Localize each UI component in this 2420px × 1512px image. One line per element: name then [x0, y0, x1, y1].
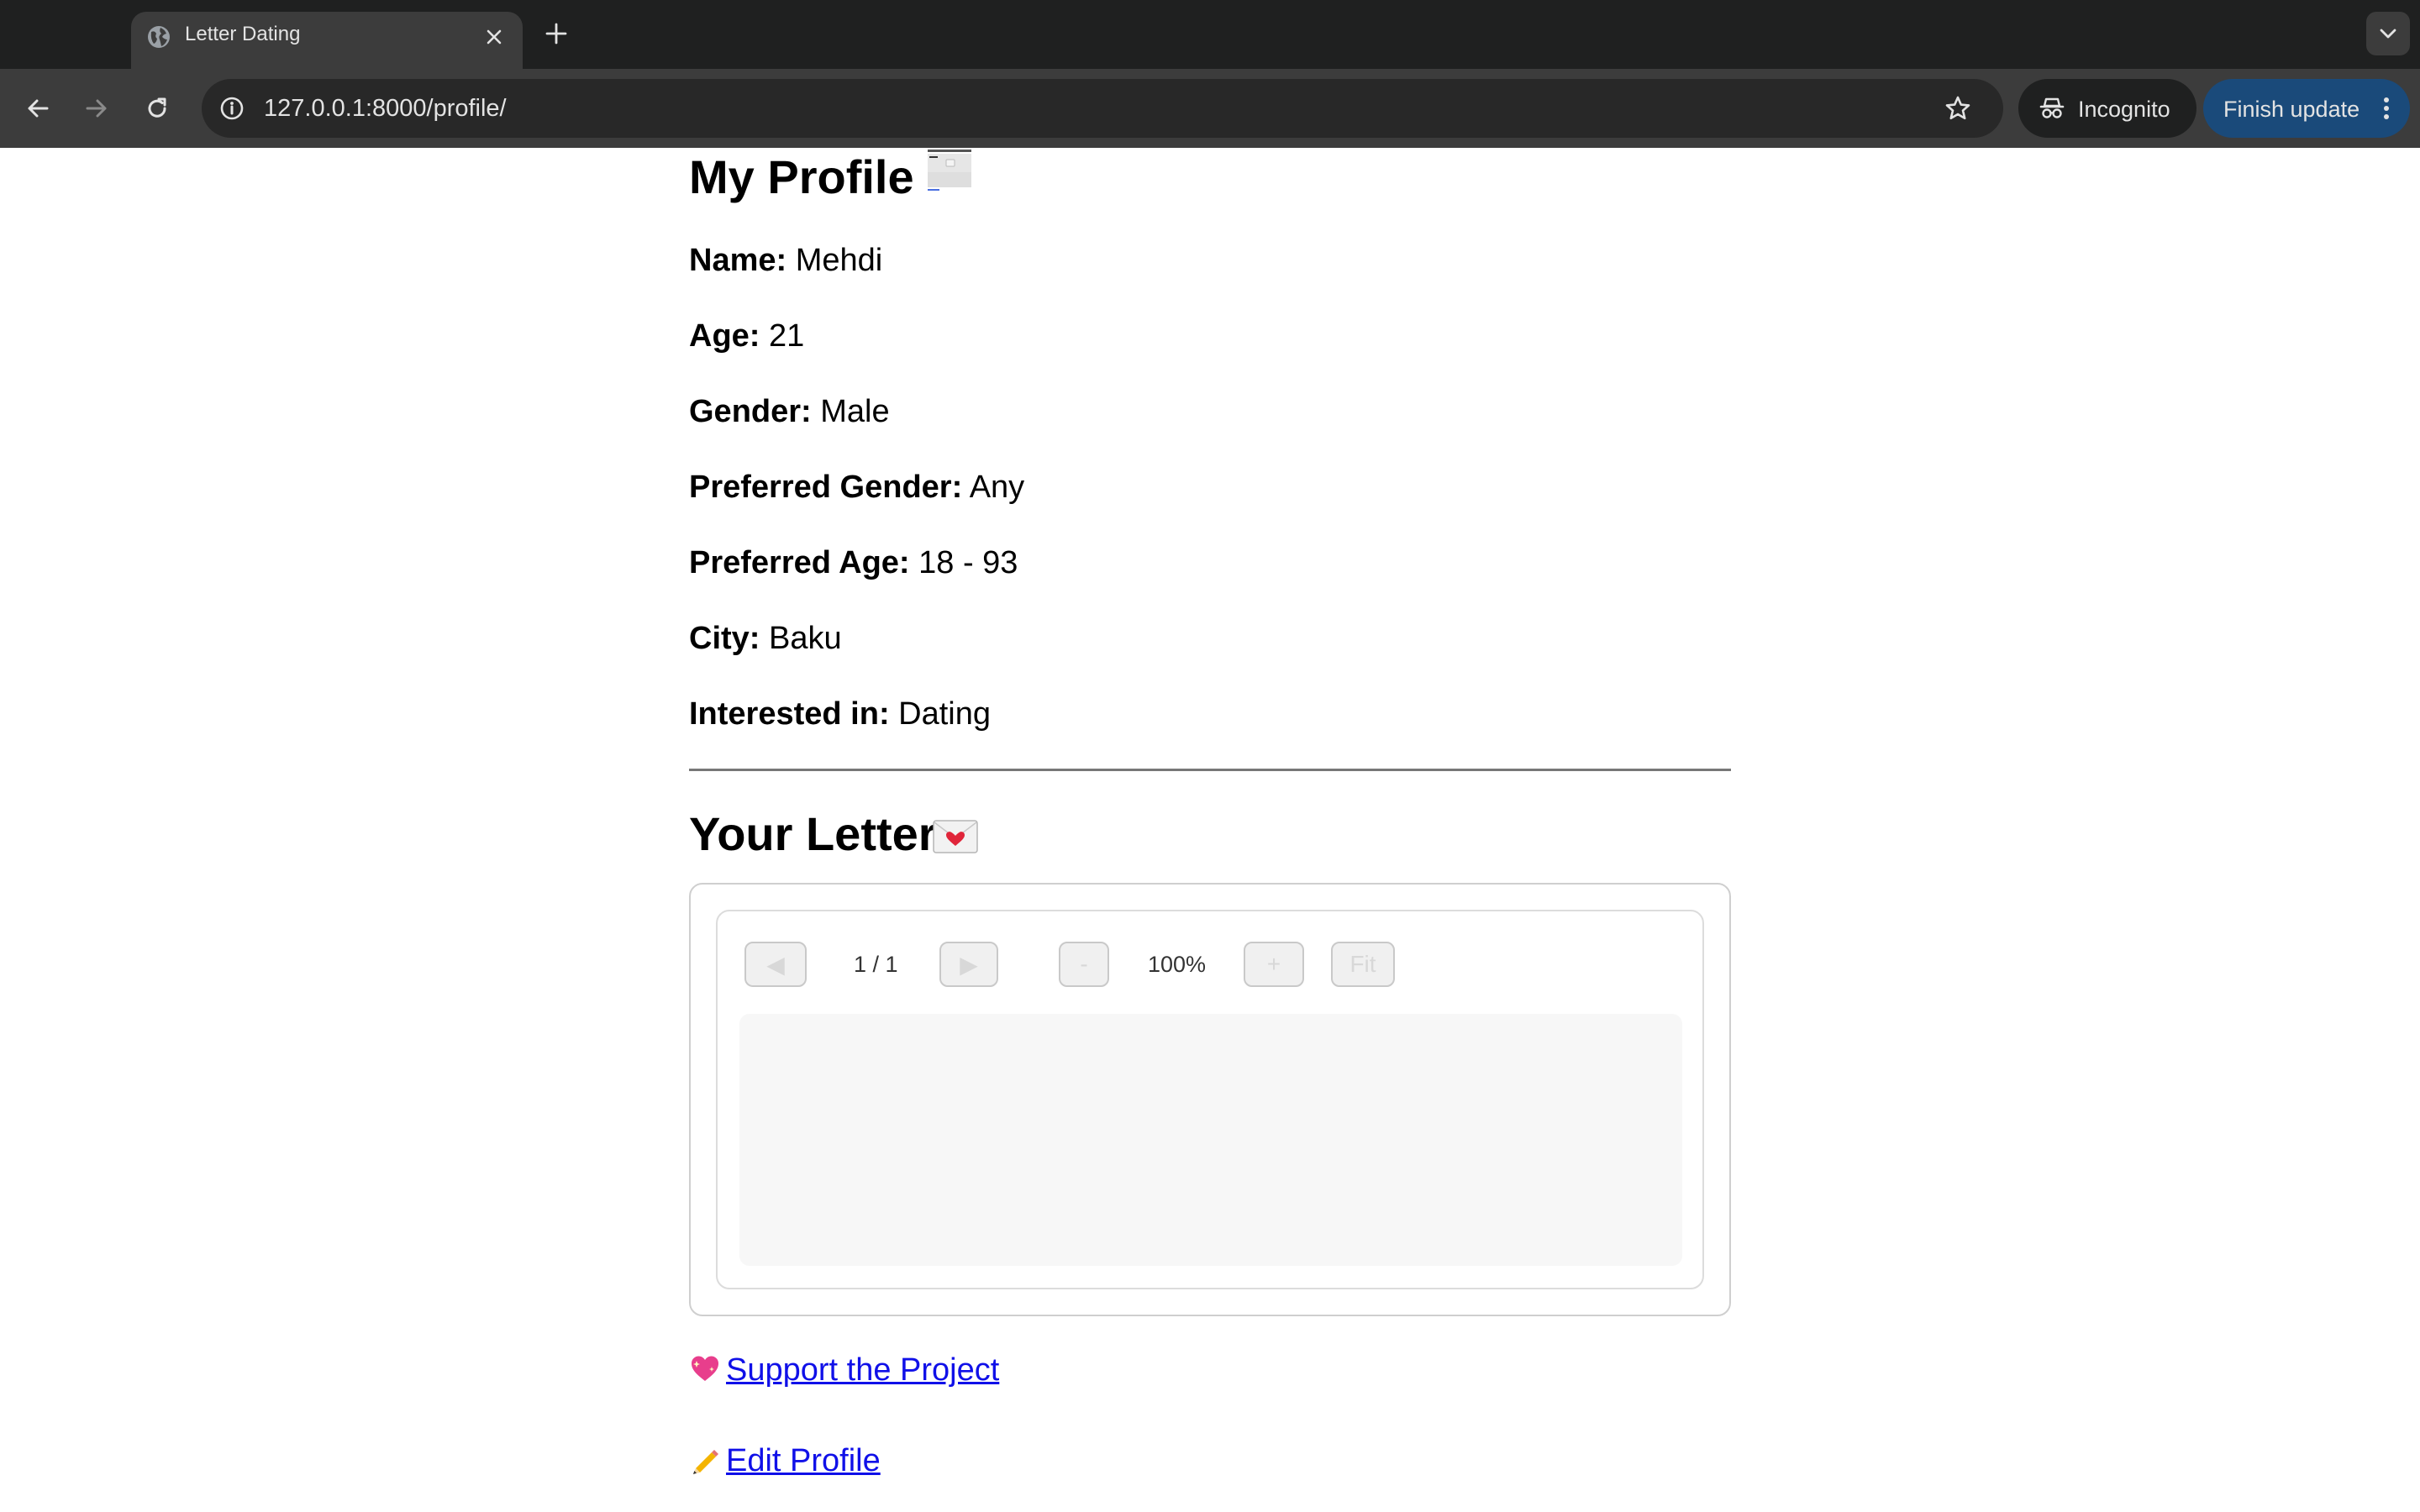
bookmark-star-icon[interactable]	[1941, 92, 1975, 125]
fit-label: Fit	[1349, 951, 1376, 977]
finish-update-label: Finish update	[2223, 97, 2360, 122]
browser-toolbar: 127.0.0.1:8000/profile/ Incognito Finish…	[0, 69, 2420, 148]
edit-profile-link-row: Edit Profile	[689, 1443, 881, 1479]
gender-value: Male	[820, 394, 890, 429]
prev-page-button[interactable]: ◀	[744, 942, 807, 987]
city-value: Baku	[769, 621, 842, 656]
preferred-age-value: 18 - 93	[918, 545, 1018, 580]
reload-icon[interactable]	[136, 87, 178, 129]
image-thumbnail-icon	[926, 148, 973, 195]
interested-in-value: Dating	[898, 696, 992, 732]
section-divider	[689, 769, 1731, 771]
city-label: City:	[689, 621, 760, 656]
globe-icon	[146, 24, 171, 50]
back-arrow-icon[interactable]	[17, 87, 59, 129]
incognito-icon	[2039, 95, 2065, 122]
support-link-row: Support the Project	[689, 1352, 999, 1389]
zoom-in-label: +	[1266, 951, 1281, 977]
sparkling-heart-icon	[689, 1352, 721, 1384]
letter-page-canvas[interactable]	[739, 1014, 1682, 1266]
page-content: My Profile Name: Mehdi Age: 21 Gender: M…	[0, 148, 2420, 1512]
tab-title: Letter Dating	[185, 23, 301, 45]
age-label: Age:	[689, 318, 760, 354]
love-letter-icon	[933, 820, 978, 853]
interested-in-label: Interested in:	[689, 696, 890, 732]
new-tab-plus-icon[interactable]	[539, 17, 573, 50]
pencil-icon	[689, 1443, 721, 1475]
profile-field-city: City: Baku	[689, 621, 842, 657]
zoom-out-button[interactable]: -	[1059, 942, 1109, 987]
name-value: Mehdi	[795, 243, 883, 278]
preferred-gender-value: Any	[969, 470, 1025, 505]
profile-field-interested-in: Interested in: Dating	[689, 696, 991, 732]
tab-letter-dating[interactable]: Letter Dating	[131, 12, 523, 69]
letter-viewer: ◀ 1 / 1 ▶ - 100% + Fit	[716, 910, 1704, 1289]
page-indicator: 1 / 1	[854, 952, 898, 977]
forward-arrow-icon[interactable]	[76, 87, 118, 129]
more-vertical-icon[interactable]	[2378, 93, 2395, 123]
name-label: Name:	[689, 243, 787, 278]
tab-strip: Letter Dating	[0, 0, 2420, 69]
next-page-icon: ▶	[960, 951, 978, 978]
letter-heading: Your Letter	[689, 807, 937, 860]
profile-field-preferred-gender: Preferred Gender: Any	[689, 470, 1024, 506]
preferred-gender-label: Preferred Gender:	[689, 470, 963, 505]
preferred-age-label: Preferred Age:	[689, 545, 910, 580]
profile-heading: My Profile	[689, 150, 914, 203]
profile-field-gender: Gender: Male	[689, 394, 890, 430]
fit-button[interactable]: Fit	[1331, 942, 1395, 987]
letter-container: ◀ 1 / 1 ▶ - 100% + Fit	[689, 883, 1731, 1316]
edit-profile-link[interactable]: Edit Profile	[726, 1443, 881, 1478]
profile-field-age: Age: 21	[689, 318, 804, 354]
zoom-out-label: -	[1080, 951, 1088, 977]
support-project-link[interactable]: Support the Project	[726, 1352, 999, 1388]
tab-search-chevron-icon[interactable]	[2366, 12, 2410, 55]
age-value: 21	[769, 318, 805, 354]
finish-update-button[interactable]: Finish update	[2203, 79, 2410, 138]
prev-page-icon: ◀	[766, 951, 785, 978]
next-page-button[interactable]: ▶	[939, 942, 998, 987]
gender-label: Gender:	[689, 394, 812, 429]
url-text: 127.0.0.1:8000/profile/	[264, 95, 507, 122]
address-bar[interactable]: 127.0.0.1:8000/profile/	[202, 79, 2003, 138]
zoom-in-button[interactable]: +	[1244, 942, 1304, 987]
incognito-label: Incognito	[2078, 97, 2170, 122]
zoom-level: 100%	[1148, 952, 1207, 977]
site-info-icon[interactable]	[213, 90, 250, 127]
close-tab-icon[interactable]	[479, 22, 509, 52]
profile-field-name: Name: Mehdi	[689, 243, 882, 279]
profile-field-preferred-age: Preferred Age: 18 - 93	[689, 545, 1018, 581]
incognito-indicator[interactable]: Incognito	[2018, 79, 2196, 138]
